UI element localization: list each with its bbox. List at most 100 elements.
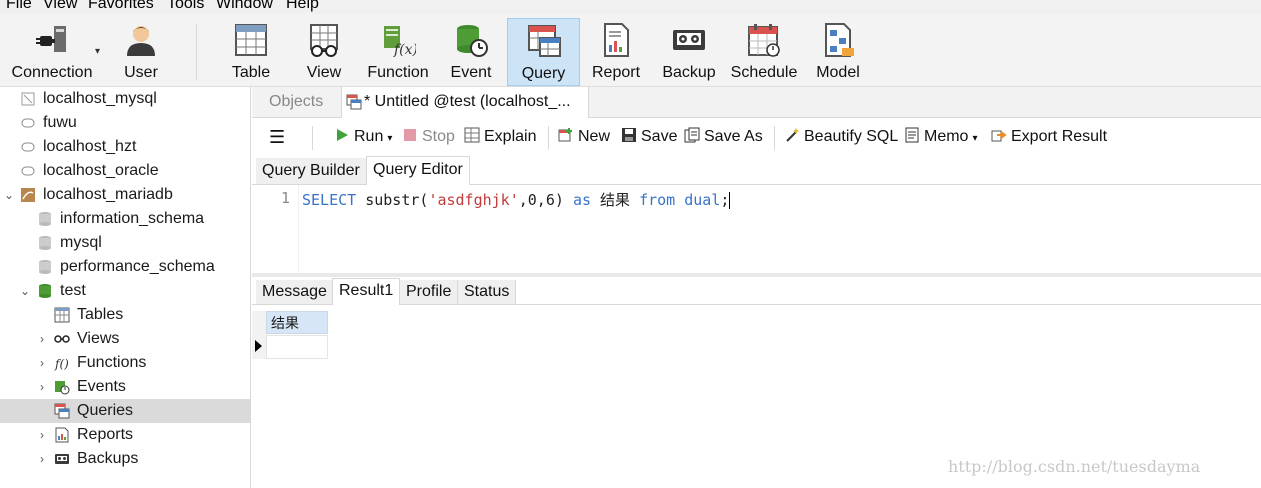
menu-file[interactable]: File <box>6 0 32 13</box>
column-header[interactable]: 结果 <box>266 311 328 334</box>
sql-alias: 结果 <box>591 191 640 209</box>
table-button[interactable]: Table <box>216 18 286 84</box>
navigator-tree: localhost_mysql fuwu localhost_hzt local… <box>0 87 251 488</box>
nav-item-fuwu[interactable]: fuwu <box>0 111 250 135</box>
schedule-icon <box>748 24 780 57</box>
export-result-label: Export Result <box>1011 128 1108 145</box>
beautify-sql-button[interactable]: Beautify SQL <box>784 126 898 148</box>
model-button[interactable]: Model <box>806 18 870 84</box>
save-button[interactable]: Save <box>621 126 677 148</box>
sql-keyword: SELECT <box>302 191 357 209</box>
connection-icon <box>21 118 35 128</box>
tab-message[interactable]: Message <box>256 280 334 304</box>
line-number-gutter: 1 <box>252 185 299 273</box>
nav-item-functions[interactable]: › f() Functions <box>0 351 250 375</box>
menu-tools[interactable]: Tools <box>167 0 204 13</box>
schedule-button[interactable]: Schedule <box>726 18 802 84</box>
menu-bar: File View Favorites Tools Window Help <box>0 0 1261 14</box>
new-button[interactable]: New <box>558 126 610 148</box>
explain-button[interactable]: Explain <box>464 126 536 148</box>
sql-space <box>675 191 684 209</box>
export-result-button[interactable]: Export Result <box>991 126 1107 148</box>
nav-item-localhost-hzt[interactable]: localhost_hzt <box>0 135 250 159</box>
nav-item-label: Functions <box>77 354 147 371</box>
toolbar-divider <box>196 24 197 80</box>
memo-button[interactable]: Memo ▾ <box>904 126 977 148</box>
backup-icon <box>55 454 69 464</box>
collapse-chevron-icon[interactable]: ⌄ <box>2 183 16 207</box>
tab-untitled-query[interactable]: * Untitled @test (localhost_... <box>341 87 589 118</box>
run-button[interactable]: Run ▾ <box>334 126 392 148</box>
nav-item-views[interactable]: › Views <box>0 327 250 351</box>
expand-chevron-icon[interactable]: › <box>35 423 49 447</box>
connection-label: Connection <box>11 64 93 81</box>
nav-item-test[interactable]: ⌄ test <box>0 279 250 303</box>
nav-item-localhost-mysql[interactable]: localhost_mysql <box>0 87 250 111</box>
view-label: View <box>306 64 342 81</box>
query-icon <box>346 94 362 110</box>
nav-item-tables[interactable]: Tables <box>0 303 250 327</box>
tab-objects[interactable]: Objects <box>269 87 323 117</box>
expand-chevron-icon[interactable]: › <box>35 351 49 375</box>
tab-query-editor[interactable]: Query Editor <box>366 156 470 186</box>
event-button[interactable]: Event <box>438 18 504 84</box>
function-button[interactable]: f(x) Function <box>362 18 434 84</box>
nav-item-performance-schema[interactable]: performance_schema <box>0 255 250 279</box>
tab-query-builder[interactable]: Query Builder <box>256 158 366 184</box>
sql-editor[interactable]: 1 SELECT substr('asdfghjk',0,6) as 结果 fr… <box>252 185 1261 277</box>
nav-item-information-schema[interactable]: information_schema <box>0 207 250 231</box>
menu-view[interactable]: View <box>43 0 77 13</box>
collapse-chevron-icon[interactable]: ⌄ <box>18 279 32 303</box>
text-caret <box>729 192 731 209</box>
menu-help[interactable]: Help <box>286 0 319 13</box>
memo-icon <box>905 127 919 143</box>
new-label: New <box>578 128 611 145</box>
nav-item-label: performance_schema <box>60 258 215 275</box>
memo-dropdown-icon[interactable]: ▾ <box>972 133 977 144</box>
tab-untitled-query-label: * Untitled @test (localhost_... <box>364 93 571 110</box>
sql-keyword: from <box>639 191 676 209</box>
save-as-button[interactable]: Save As <box>684 126 763 148</box>
nav-item-queries[interactable]: Queries <box>0 399 250 423</box>
tab-result1[interactable]: Result1 <box>332 278 401 306</box>
stop-button[interactable]: Stop <box>402 126 455 148</box>
menu-favorites[interactable]: Favorites <box>88 0 154 13</box>
nav-item-mysql[interactable]: mysql <box>0 231 250 255</box>
toolbar-divider <box>548 126 549 150</box>
new-query-icon <box>558 127 572 142</box>
backup-label: Backup <box>662 64 716 81</box>
svg-text:f(): f() <box>54 357 69 371</box>
stop-label: Stop <box>422 128 455 145</box>
connection-button[interactable]: ▾ Connection <box>4 18 100 84</box>
query-button[interactable]: Query <box>507 18 580 86</box>
tab-profile[interactable]: Profile <box>400 280 459 304</box>
view-button[interactable]: View <box>290 18 358 84</box>
report-button[interactable]: Report <box>584 18 648 84</box>
table-label: Table <box>231 64 271 81</box>
nav-item-reports[interactable]: › Reports <box>0 423 250 447</box>
sql-code-line[interactable]: SELECT substr('asdfghjk',0,6) as 结果 from… <box>302 189 731 210</box>
menu-window[interactable]: Window <box>216 0 273 13</box>
run-dropdown-icon[interactable]: ▾ <box>387 133 392 144</box>
mariadb-connection-icon <box>21 188 35 202</box>
tab-status[interactable]: Status <box>458 280 517 304</box>
expand-chevron-icon[interactable]: › <box>35 375 49 399</box>
function-icon: f() <box>54 357 69 371</box>
nav-item-localhost-mariadb[interactable]: ⌄ localhost_mariadb <box>0 183 250 207</box>
model-icon <box>825 23 854 57</box>
play-icon <box>337 128 348 141</box>
hamburger-menu-icon[interactable]: ☰ <box>269 126 285 148</box>
nav-item-events[interactable]: › Events <box>0 375 250 399</box>
expand-chevron-icon[interactable]: › <box>35 327 49 351</box>
view-icon <box>310 24 338 57</box>
user-button[interactable]: User <box>108 18 174 84</box>
grid-cell[interactable] <box>266 335 328 359</box>
nav-item-localhost-oracle[interactable]: localhost_oracle <box>0 159 250 183</box>
connection-dropdown-icon[interactable]: ▾ <box>95 46 100 57</box>
nav-item-backups[interactable]: › Backups <box>0 447 250 471</box>
backup-button[interactable]: Backup <box>656 18 722 84</box>
expand-chevron-icon[interactable]: › <box>35 447 49 471</box>
nav-item-label: mysql <box>60 234 102 251</box>
table-icon <box>54 307 70 323</box>
watermark: http://blog.csdn.net/tuesdayma <box>948 457 1201 476</box>
